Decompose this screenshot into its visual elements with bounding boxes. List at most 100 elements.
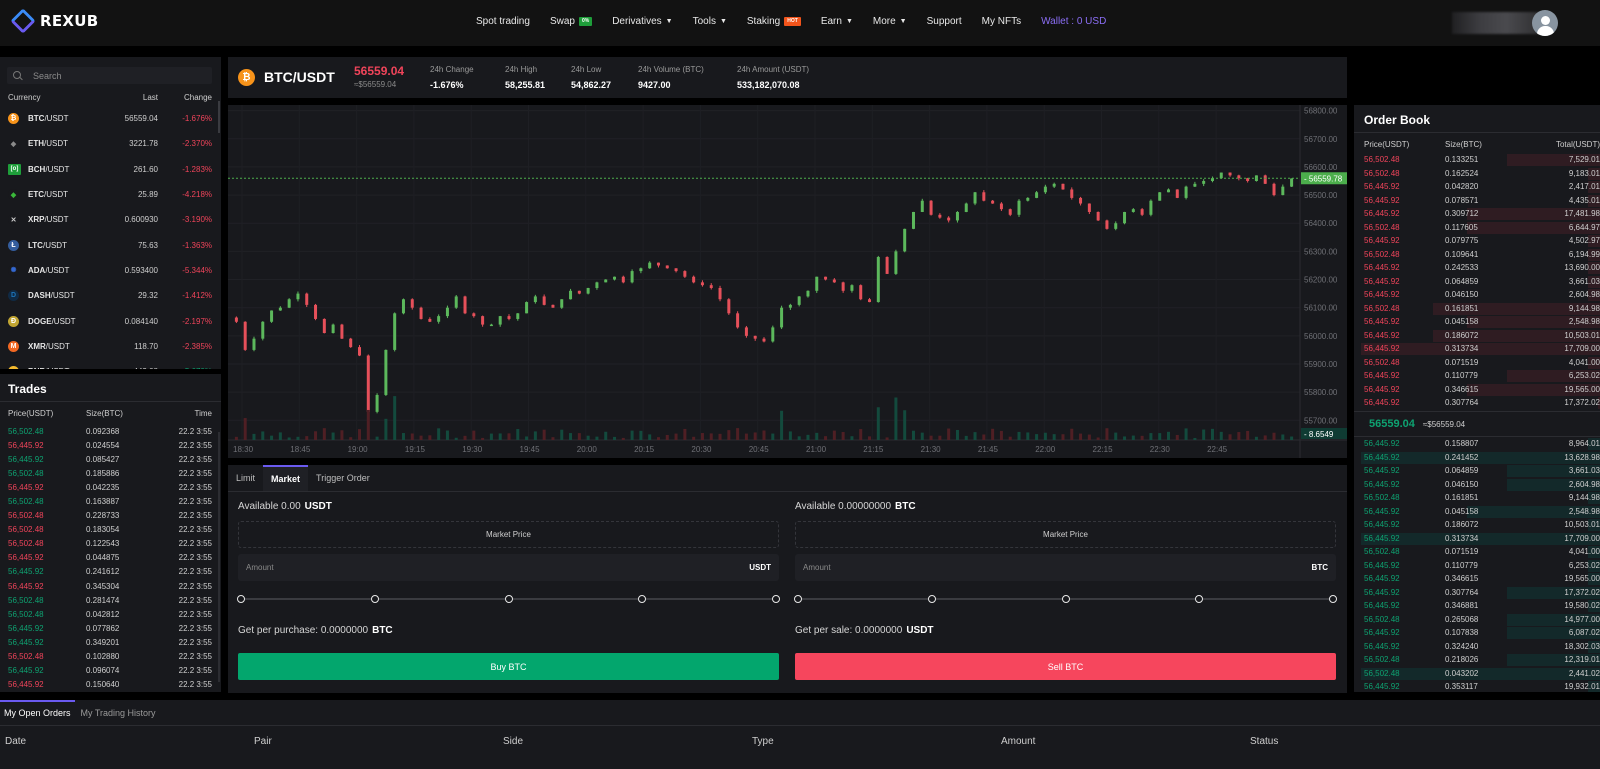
ask-row[interactable]: 56,445.92 0.307764 17,372.02 [1354, 396, 1600, 410]
ask-row[interactable]: 56,502.48 0.071519 4,041.00 [1354, 356, 1600, 370]
avatar-icon[interactable] [1532, 10, 1558, 36]
slider-stop-0[interactable] [237, 595, 245, 603]
market-search[interactable] [7, 67, 212, 84]
column-price: Price(USDT) [8, 409, 54, 418]
nav-item-derivatives[interactable]: Derivatives ▼ [612, 16, 672, 27]
market-row[interactable]: Ð DOGE/USDT 0.084140 -2.197% [8, 308, 212, 333]
buy-button[interactable]: Buy BTC [238, 653, 779, 680]
slider-stop-50[interactable] [1061, 595, 1070, 603]
ask-row[interactable]: 56,502.48 0.117605 6,644.97 [1354, 221, 1600, 235]
bid-row[interactable]: 56,502.48 0.161851 9,144.98 [1354, 491, 1600, 505]
candle-body [648, 262, 652, 269]
slider-stop-25[interactable] [370, 595, 379, 603]
bid-row[interactable]: 56,445.92 0.107838 6,087.02 [1354, 626, 1600, 640]
sell-amount-field[interactable]: BTC [795, 554, 1336, 581]
ask-row[interactable]: 56,445.92 0.064859 3,661.03 [1354, 275, 1600, 289]
market-row[interactable]: ₿ BTC/USDT 56559.04 -1.676% [8, 106, 212, 131]
nav-item-swap[interactable]: Swap 0% [550, 16, 593, 27]
bid-row[interactable]: 56,445.92 0.064859 3,661.03 [1354, 464, 1600, 478]
ask-row[interactable]: 56,445.92 0.078571 4,435.01 [1354, 194, 1600, 208]
market-scrollbar[interactable] [218, 101, 220, 133]
nav-item-tools[interactable]: Tools ▼ [693, 16, 727, 27]
bid-row[interactable]: 56,445.92 0.324240 18,302.03 [1354, 640, 1600, 654]
nav-item-more[interactable]: More ▼ [873, 16, 907, 27]
brand-logo[interactable]: REXUB [10, 8, 98, 34]
nav-item-staking[interactable]: Staking HOT [747, 16, 801, 27]
bid-row[interactable]: 56,502.48 0.218026 12,319.01 [1354, 653, 1600, 667]
ask-row[interactable]: 56,445.92 0.045158 2,548.98 [1354, 315, 1600, 329]
bid-row[interactable]: 56,445.92 0.346881 19,580.02 [1354, 599, 1600, 613]
candlestick-chart[interactable]: 56800.00 56700.00 56600.00 56500.00 56400.00… [228, 105, 1347, 458]
column-currency[interactable]: Currency [8, 93, 103, 102]
column-change[interactable]: Change [158, 93, 212, 102]
tab-limit[interactable]: Limit [228, 465, 263, 491]
market-row[interactable]: M XMR/USDT 118.70 -2.385% [8, 334, 212, 359]
ask-row[interactable]: 56,445.92 0.110779 6,253.02 [1354, 369, 1600, 383]
bid-row[interactable]: 56,445.92 0.241452 13,628.98 [1354, 451, 1600, 465]
market-row[interactable]: ✕ XRP/USDT 0.600930 -3.190% [8, 207, 212, 232]
sell-percent-slider[interactable] [794, 595, 1337, 603]
ask-row[interactable]: 56,502.48 0.162524 9,183.01 [1354, 167, 1600, 181]
market-row[interactable]: ✺ ADA/USDT 0.593400 -5.344% [8, 258, 212, 283]
ask-row[interactable]: 56,445.92 0.186072 10,503.01 [1354, 329, 1600, 343]
sell-amount-input[interactable] [803, 563, 1203, 572]
buy-amount-field[interactable]: USDT [238, 554, 779, 581]
ask-row[interactable]: 56,502.48 0.109641 6,194.99 [1354, 248, 1600, 262]
bid-row[interactable]: 56,445.92 0.046150 2,604.98 [1354, 478, 1600, 492]
user-menu[interactable] [1452, 10, 1560, 36]
market-row[interactable]: ◆ ETC/USDT 25.89 -4.218% [8, 182, 212, 207]
price-chart[interactable]: 56800.00 56700.00 56600.00 56500.00 56400.00… [228, 105, 1347, 458]
bid-row[interactable]: 56,445.92 0.045158 2,548.98 [1354, 505, 1600, 519]
pair-title[interactable]: BTC/USDT [264, 69, 335, 85]
bid-row[interactable]: 56,445.92 0.158807 8,964.01 [1354, 437, 1600, 451]
bid-row[interactable]: 56,502.48 0.265068 14,977.00 [1354, 613, 1600, 627]
nav-item-earn[interactable]: Earn ▼ [821, 16, 853, 27]
market-row[interactable]: ◈ BNB/USDT443.085.670% [8, 359, 212, 369]
tab-trading-history[interactable]: My Trading History [77, 700, 160, 725]
market-row[interactable]: D DASH/USDT 29.32 -1.412% [8, 283, 212, 308]
ask-row[interactable]: 56,445.92 0.309712 17,481.98 [1354, 207, 1600, 221]
volume-bar [753, 432, 757, 440]
ask-row[interactable]: 56,445.92 0.042820 2,417.01 [1354, 180, 1600, 194]
bid-row[interactable]: 56,445.92 0.313734 17,709.00 [1354, 532, 1600, 546]
tab-open-orders[interactable]: My Open Orders [0, 700, 75, 725]
ask-row[interactable]: 56,445.92 0.313734 17,709.00 [1354, 342, 1600, 356]
market-row[interactable]: ◆ ETH/USDT 3221.78 -2.370% [8, 131, 212, 156]
nav-item-spot-trading[interactable]: Spot trading [476, 16, 530, 27]
ask-row[interactable]: 56,445.92 0.346615 19,565.00 [1354, 383, 1600, 397]
bid-row[interactable]: 56,502.48 0.071519 4,041.00 [1354, 545, 1600, 559]
order-price: 56,445.92 [1364, 276, 1400, 286]
slider-stop-25[interactable] [927, 595, 936, 603]
buy-percent-slider[interactable] [237, 595, 780, 603]
bid-row[interactable]: 56,445.92 0.186072 10,503.01 [1354, 518, 1600, 532]
slider-stop-0[interactable] [794, 595, 802, 603]
market-row[interactable]: Ł LTC/USDT 75.63 -1.363% [8, 232, 212, 257]
nav-item-my-nfts[interactable]: My NFTs [982, 16, 1021, 27]
tab-trigger-order[interactable]: Trigger Order [308, 465, 378, 491]
sell-button[interactable]: Sell BTC [795, 653, 1336, 680]
ask-row[interactable]: 56,445.92 0.242533 13,690.00 [1354, 261, 1600, 275]
bid-row[interactable]: 56,445.92 0.353117 19,932.01 [1354, 680, 1600, 692]
ask-row[interactable]: 56,445.92 0.046150 2,604.98 [1354, 288, 1600, 302]
slider-stop-50[interactable] [504, 595, 513, 603]
bid-row[interactable]: 56,445.92 0.346615 19,565.00 [1354, 572, 1600, 586]
slider-stop-100[interactable] [772, 595, 780, 603]
slider-stop-100[interactable] [1329, 595, 1337, 603]
bid-row[interactable]: 56,502.48 0.043202 2,441.02 [1354, 667, 1600, 681]
nav-item-support[interactable]: Support [927, 16, 962, 27]
order-total: 19,580.02 [1564, 601, 1600, 611]
slider-stop-75[interactable] [1195, 595, 1204, 603]
buy-amount-input[interactable] [246, 563, 646, 572]
ask-row[interactable]: 56,502.48 0.133251 7,529.01 [1354, 153, 1600, 167]
ask-row[interactable]: 56,445.92 0.079775 4,502.97 [1354, 234, 1600, 248]
market-row[interactable]: [o] BCH/USDT 261.60 -1.283% [8, 157, 212, 182]
search-input[interactable] [33, 70, 203, 81]
bid-row[interactable]: 56,445.92 0.307764 17,372.02 [1354, 586, 1600, 600]
nav-item-wallet-0-usd[interactable]: Wallet : 0 USD [1041, 16, 1106, 27]
tab-market[interactable]: Market [263, 465, 309, 491]
column-last[interactable]: Last [103, 93, 158, 102]
ask-row[interactable]: 56,502.48 0.161851 9,144.98 [1354, 302, 1600, 316]
bid-row[interactable]: 56,445.92 0.110779 6,253.02 [1354, 559, 1600, 573]
slider-stop-75[interactable] [638, 595, 647, 603]
trades-scrollbar[interactable] [218, 432, 220, 682]
